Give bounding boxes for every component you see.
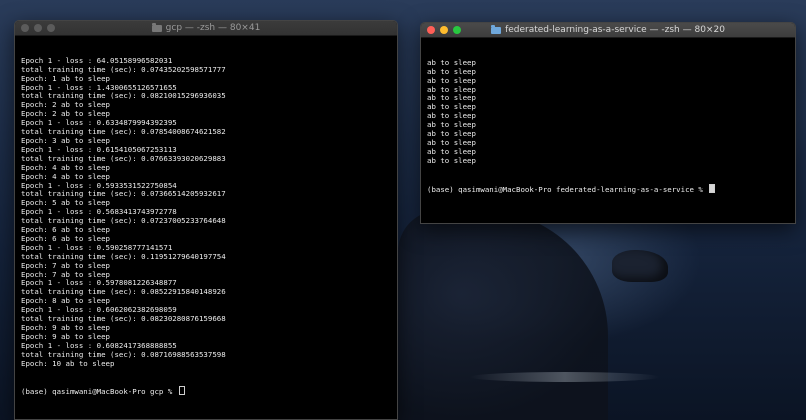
terminal-window-federated[interactable]: federated-learning-as-a-service — -zsh —… <box>420 22 796 224</box>
output-line: ab to sleep <box>427 155 476 165</box>
output-line: ab to sleep <box>427 129 476 139</box>
minimize-button[interactable] <box>34 24 42 32</box>
shell-prompt: (base) qasimwani@MacBook-Pro federated-l… <box>427 184 708 194</box>
close-button[interactable] <box>21 24 29 32</box>
close-button[interactable] <box>427 26 435 34</box>
titlebar-federated[interactable]: federated-learning-as-a-service — -zsh —… <box>421 23 795 38</box>
folder-icon <box>151 22 162 32</box>
output-line: ab to sleep <box>427 66 476 76</box>
window-controls <box>21 24 55 32</box>
wallpaper-rock <box>612 250 668 282</box>
output-line: ab to sleep <box>427 102 476 112</box>
prompt-line[interactable]: (base) qasimwani@MacBook-Pro gcp % <box>21 386 391 397</box>
text-cursor <box>709 183 716 193</box>
shell-prompt: (base) qasimwani@MacBook-Pro gcp % <box>21 387 177 397</box>
output-lines: Epoch 1 - loss : 64.05158996582031 total … <box>21 56 391 369</box>
output-line: ab to sleep <box>427 146 476 156</box>
output-line: ab to sleep <box>427 57 476 67</box>
output-line: ab to sleep <box>427 75 476 85</box>
wallpaper-cliff <box>398 210 608 420</box>
minimize-button[interactable] <box>440 26 448 34</box>
terminal-window-gcp[interactable]: gcp — -zsh — 80×41 Epoch 1 - loss : 64.0… <box>14 20 398 420</box>
output-lines: ab to sleep ab to sleep ab to sleep ab to s… <box>427 57 789 166</box>
wallpaper-surf <box>470 372 660 382</box>
output-line: ab to sleep <box>427 93 476 103</box>
output-line: ab to sleep <box>427 84 476 94</box>
window-controls <box>427 26 461 34</box>
output-line: Epoch: 10 ab to sleep <box>21 358 115 368</box>
terminal-output[interactable]: Epoch 1 - loss : 64.05158996582031 total … <box>15 36 397 418</box>
terminal-output[interactable]: ab to sleep ab to sleep ab to sleep ab to s… <box>421 38 795 215</box>
output-line: ab to sleep <box>427 137 476 147</box>
output-line: ab to sleep <box>427 120 476 130</box>
zoom-button[interactable] <box>453 26 461 34</box>
window-title: gcp — -zsh — 80×41 <box>165 23 261 33</box>
text-cursor <box>178 386 185 396</box>
zoom-button[interactable] <box>47 24 55 32</box>
prompt-line[interactable]: (base) qasimwani@MacBook-Pro federated-l… <box>427 183 789 195</box>
output-line: ab to sleep <box>427 111 476 121</box>
window-title: federated-learning-as-a-service — -zsh —… <box>505 25 725 35</box>
folder-icon <box>491 24 502 34</box>
titlebar-gcp[interactable]: gcp — -zsh — 80×41 <box>15 21 397 36</box>
